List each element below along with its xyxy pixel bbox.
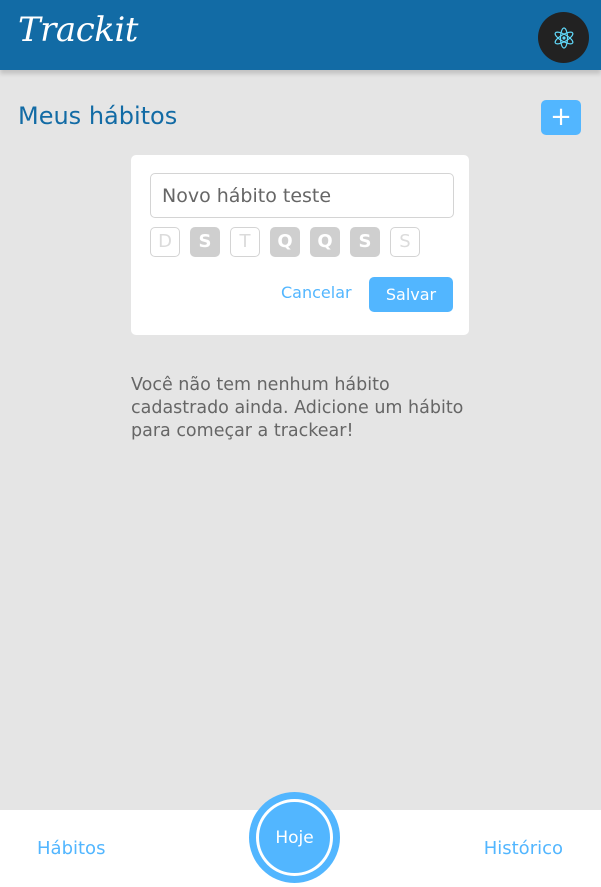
today-button[interactable]: Hoje xyxy=(249,792,340,883)
habit-name-input[interactable] xyxy=(150,173,454,218)
user-avatar[interactable] xyxy=(538,12,589,63)
day-button-sunday[interactable]: D xyxy=(150,227,180,257)
cancel-button[interactable]: Cancelar xyxy=(281,283,352,302)
react-atom-icon xyxy=(554,26,573,49)
new-habit-form: D S T Q Q S S Cancelar Salvar xyxy=(131,155,469,335)
add-habit-button[interactable]: + xyxy=(541,100,581,135)
day-button-friday[interactable]: S xyxy=(350,227,380,257)
nav-habits-link[interactable]: Hábitos xyxy=(37,838,105,859)
save-button[interactable]: Salvar xyxy=(369,277,453,312)
today-label: Hoje xyxy=(256,799,333,876)
nav-history-link[interactable]: Histórico xyxy=(484,838,563,859)
empty-habits-message: Você não tem nenhum hábito cadastrado ai… xyxy=(131,375,464,441)
weekday-selector: D S T Q Q S S xyxy=(150,227,420,257)
top-bar: Trackit xyxy=(0,0,601,70)
day-button-wednesday[interactable]: Q xyxy=(270,227,300,257)
title-row: Meus hábitos + xyxy=(18,100,581,136)
day-button-monday[interactable]: S xyxy=(190,227,220,257)
page-title: Meus hábitos xyxy=(18,102,178,130)
day-button-thursday[interactable]: Q xyxy=(310,227,340,257)
day-button-saturday[interactable]: S xyxy=(390,227,420,257)
day-button-tuesday[interactable]: T xyxy=(230,227,260,257)
app-logo: Trackit xyxy=(18,10,138,50)
